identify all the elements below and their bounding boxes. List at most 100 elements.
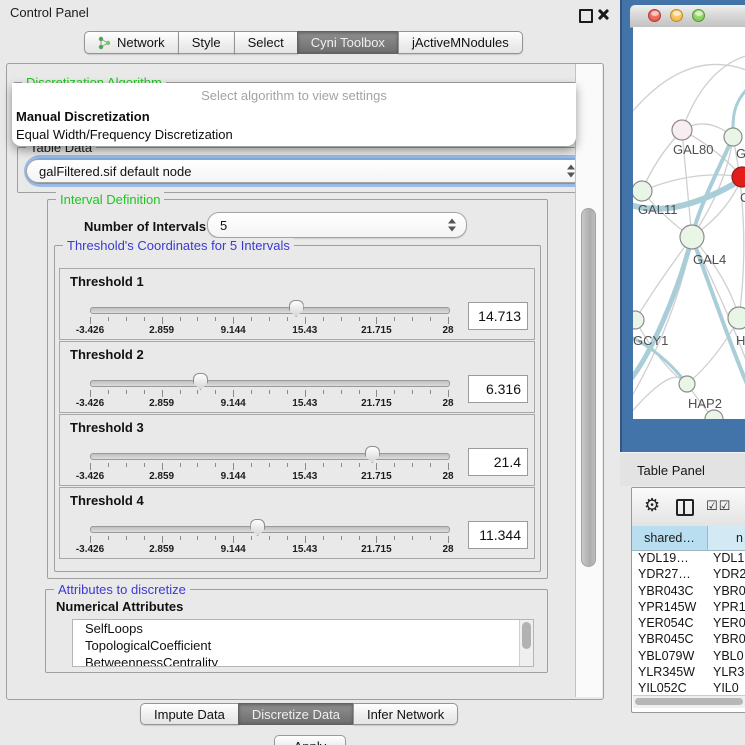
table-row[interactable]: YDR27…YDR2 <box>632 567 745 583</box>
network-node-gal11[interactable] <box>633 181 652 201</box>
threshold-slider-track[interactable] <box>90 526 450 533</box>
control-panel-scrollbar[interactable] <box>575 64 602 697</box>
table-row[interactable]: YPR145WYPR1 <box>632 600 745 616</box>
slider-tick <box>412 390 413 394</box>
tab-cyni-toolbox[interactable]: Cyni Toolbox <box>297 31 399 54</box>
threshold-slider-track[interactable] <box>90 307 450 314</box>
table-row[interactable]: YLR345WYLR3 <box>632 665 745 681</box>
scrollbar-thumb[interactable] <box>581 208 596 567</box>
network-node-gal4[interactable] <box>680 225 704 249</box>
network-window-titlebar[interactable] <box>630 5 745 28</box>
float-window-icon[interactable] <box>579 9 593 23</box>
gear-icon[interactable]: ⚙ <box>644 496 660 514</box>
slider-tick <box>323 390 324 394</box>
numerical-attributes-label: Numerical Attributes <box>56 599 183 614</box>
cell-shared-name: YBR045C <box>632 632 708 648</box>
slider-tick <box>197 390 198 394</box>
threshold-slider-thumb[interactable] <box>193 373 208 390</box>
network-node-ga[interactable] <box>724 128 742 146</box>
algorithm-option-equal-width-frequency-discretization[interactable]: Equal Width/Frequency Discretization <box>12 125 576 143</box>
slider-tick <box>215 536 216 540</box>
table-hscrollbar[interactable] <box>633 695 745 708</box>
slider-tick <box>126 317 127 321</box>
tab-style[interactable]: Style <box>178 31 235 54</box>
slider-tick <box>197 463 198 467</box>
number-of-intervals-label: Number of Intervals <box>84 219 206 234</box>
attributes-scrollbar[interactable] <box>519 620 533 666</box>
tab-infer-network[interactable]: Infer Network <box>353 703 458 725</box>
algorithm-option-manual-discretization[interactable]: Manual Discretization <box>12 107 576 125</box>
number-of-intervals-combobox[interactable]: 5 <box>207 212 467 238</box>
slider-tick <box>287 463 288 467</box>
tab-jactivemnodules[interactable]: jActiveMNodules <box>398 31 523 54</box>
number-of-intervals-value: 5 <box>220 218 227 233</box>
split-view-icon[interactable] <box>676 499 694 516</box>
minimize-traffic-light[interactable] <box>670 9 683 22</box>
threshold-slider-thumb[interactable] <box>289 300 304 317</box>
attribute-item-betweennesscentrality[interactable]: BetweennessCentrality <box>73 654 533 667</box>
slider-tick <box>90 317 91 324</box>
slider-tick <box>323 463 324 467</box>
table-row[interactable]: YBL079WYBL0 <box>632 649 745 665</box>
slider-tick-label: 9.144 <box>221 398 246 409</box>
cell-name: YBR0 <box>708 632 745 648</box>
slider-tick <box>287 317 288 321</box>
threshold-value-field[interactable]: 14.713 <box>468 302 528 330</box>
table-row[interactable]: YBR045CYBR0 <box>632 632 745 648</box>
interval-definition-group: Interval Definition Number of Intervals … <box>47 199 548 579</box>
tab-impute-data[interactable]: Impute Data <box>140 703 239 725</box>
threshold-value-field[interactable]: 21.4 <box>468 448 528 476</box>
threshold-value-field[interactable]: 11.344 <box>468 521 528 549</box>
slider-tick <box>394 390 395 394</box>
network-node-hap2[interactable] <box>679 376 695 392</box>
threshold-slider-track[interactable] <box>90 453 450 460</box>
slider-tick-label: 9.144 <box>221 325 246 336</box>
select-columns-icon[interactable]: ☑☑ <box>706 498 731 514</box>
network-edge <box>733 137 744 318</box>
network-node-gal80[interactable] <box>672 120 692 140</box>
cell-name: YER0 <box>708 616 745 632</box>
table-row[interactable]: YDL19…YDL1 <box>632 551 745 567</box>
column-header-shared-name[interactable]: shared… <box>632 526 708 551</box>
threshold-slider-thumb[interactable] <box>250 519 265 536</box>
control-panel-titlebar: Control Panel <box>0 0 620 24</box>
slider-tick <box>376 317 377 324</box>
close-icon[interactable] <box>597 8 610 21</box>
table-row[interactable]: YER054CYER0 <box>632 616 745 632</box>
numerical-attributes-list[interactable]: SelfLoopsTopologicalCoefficientBetweenne… <box>72 619 534 667</box>
slider-tick <box>197 317 198 321</box>
slider-tick <box>394 536 395 540</box>
tab-select[interactable]: Select <box>234 31 298 54</box>
threshold-slider-thumb[interactable] <box>365 446 380 463</box>
network-canvas[interactable]: GAL80GACGAL11GAL4GCY1HHAP2 <box>633 27 745 419</box>
scrollbar-thumb[interactable] <box>635 698 743 705</box>
attribute-item-topologicalcoefficient[interactable]: TopologicalCoefficient <box>73 637 533 654</box>
tab-label: Cyni Toolbox <box>311 35 385 50</box>
threshold-slider-track[interactable] <box>90 380 450 387</box>
table-data-combobox[interactable]: galFiltered.sif default node <box>26 159 586 183</box>
slider-tick <box>180 463 181 467</box>
slider-tick-label: 21.715 <box>361 325 392 336</box>
slider-tick <box>233 390 234 397</box>
tab-network[interactable]: Network <box>84 31 179 54</box>
slider-tick <box>269 390 270 394</box>
column-header-name[interactable]: n <box>708 526 745 551</box>
apply-button[interactable]: Apply <box>274 735 346 745</box>
network-edge <box>635 237 692 320</box>
cell-shared-name: YDL19… <box>632 551 708 567</box>
network-node-gcy1[interactable] <box>633 311 644 329</box>
slider-tick <box>305 463 306 470</box>
scrollbar-thumb[interactable] <box>522 622 531 649</box>
network-edge <box>633 64 745 111</box>
threshold-value-field[interactable]: 6.316 <box>468 375 528 403</box>
slider-tick <box>108 463 109 467</box>
slider-tick <box>144 463 145 467</box>
zoom-traffic-light[interactable] <box>692 9 705 22</box>
tab-discretize-data[interactable]: Discretize Data <box>238 703 354 725</box>
table-row[interactable]: YBR043CYBR0 <box>632 584 745 600</box>
close-traffic-light[interactable] <box>648 9 661 22</box>
network-node-h[interactable] <box>728 307 745 329</box>
tab-label: Discretize Data <box>252 707 340 722</box>
slider-tick <box>180 317 181 321</box>
attribute-item-selfloops[interactable]: SelfLoops <box>73 620 533 637</box>
